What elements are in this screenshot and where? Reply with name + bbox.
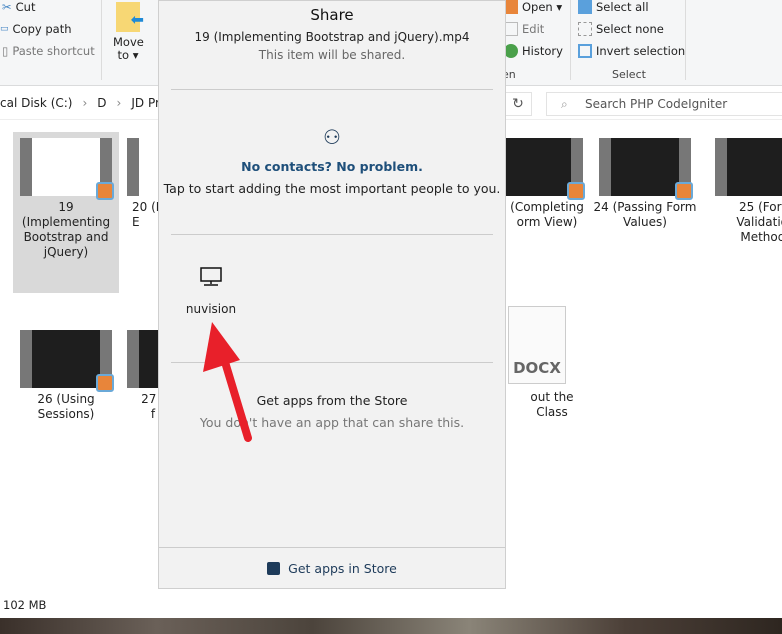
play-icon bbox=[675, 182, 693, 200]
select-none-icon bbox=[578, 22, 592, 36]
no-apps-note: You don't have an app that can share thi… bbox=[199, 415, 465, 430]
chevron-right-icon: › bbox=[82, 96, 88, 110]
shared-file-name: 19 (Implementing Bootstrap and jQuery).m… bbox=[194, 30, 470, 44]
docx-file-icon: DOCX bbox=[508, 306, 566, 384]
select-none-button[interactable]: Select none bbox=[578, 22, 664, 36]
edit-button[interactable]: Edit bbox=[504, 22, 544, 36]
select-all-icon bbox=[578, 0, 592, 14]
history-button[interactable]: History bbox=[504, 44, 563, 58]
contacts-icon: ⚇ bbox=[323, 125, 341, 149]
invert-selection-button[interactable]: Invert selection bbox=[578, 44, 685, 58]
cut-button[interactable]: ✂ Cut bbox=[2, 0, 35, 14]
no-contacts-link[interactable]: No contacts? No problem. bbox=[159, 159, 505, 174]
store-bag-icon bbox=[267, 562, 281, 575]
video-thumbnail bbox=[715, 138, 782, 196]
share-title: Share bbox=[310, 6, 354, 24]
chevron-right-icon: › bbox=[116, 96, 122, 110]
video-thumbnail bbox=[20, 330, 114, 392]
search-input[interactable]: ⌕ Search PHP CodeIgniter bbox=[546, 92, 782, 116]
file-item[interactable]: 25 (Form Validation Methods bbox=[708, 132, 782, 245]
scissors-icon: ✂ bbox=[2, 0, 12, 14]
device-nuvision[interactable]: nuvision bbox=[183, 267, 239, 316]
crumb[interactable]: D bbox=[97, 96, 106, 110]
move-to-button[interactable]: ⬅ Move to ▾ bbox=[108, 0, 148, 62]
copy-path-button[interactable]: ▭ Copy path bbox=[0, 22, 72, 36]
edit-icon bbox=[504, 22, 518, 36]
no-contacts-hint: Tap to start adding the most important p… bbox=[163, 181, 501, 196]
get-apps-heading: Get apps from the Store bbox=[256, 393, 408, 408]
desktop-background bbox=[0, 618, 782, 634]
refresh-icon: ↻ bbox=[512, 96, 524, 112]
invert-selection-icon bbox=[578, 44, 592, 58]
file-item[interactable]: 24 (Passing Form Values) bbox=[592, 132, 698, 230]
status-selection-size: 102 MB bbox=[3, 598, 47, 612]
breadcrumb[interactable]: cal Disk (C:)› D› JD Projec bbox=[0, 96, 184, 110]
video-thumbnail bbox=[20, 138, 114, 200]
share-note: This item will be shared. bbox=[258, 48, 406, 62]
play-icon bbox=[96, 374, 114, 392]
search-icon: ⌕ bbox=[561, 97, 568, 111]
crumb[interactable]: cal Disk (C:) bbox=[0, 96, 72, 110]
select-group-label: Select bbox=[612, 68, 646, 81]
file-item[interactable]: 26 (Using Sessions) bbox=[13, 324, 119, 422]
paste-shortcut-button[interactable]: ▯ Paste shortcut bbox=[2, 44, 95, 58]
get-apps-in-store-button[interactable]: Get apps in Store bbox=[159, 547, 505, 589]
video-thumbnail bbox=[599, 138, 693, 200]
play-icon bbox=[567, 182, 585, 200]
play-icon bbox=[96, 182, 114, 200]
computer-icon bbox=[200, 267, 222, 286]
folder-move-icon: ⬅ bbox=[116, 2, 144, 32]
refresh-button[interactable]: ↻ bbox=[504, 92, 532, 116]
share-panel: Share 19 (Implementing Bootstrap and jQu… bbox=[158, 0, 506, 589]
open-icon bbox=[504, 0, 518, 14]
file-item[interactable]: 19 (Implementing Bootstrap and jQuery) bbox=[13, 132, 119, 293]
open-button[interactable]: Open ▾ bbox=[504, 0, 562, 14]
copy-path-icon: ▭ bbox=[0, 24, 9, 34]
history-icon bbox=[504, 44, 518, 58]
select-all-button[interactable]: Select all bbox=[578, 0, 649, 14]
paste-icon: ▯ bbox=[2, 44, 9, 58]
